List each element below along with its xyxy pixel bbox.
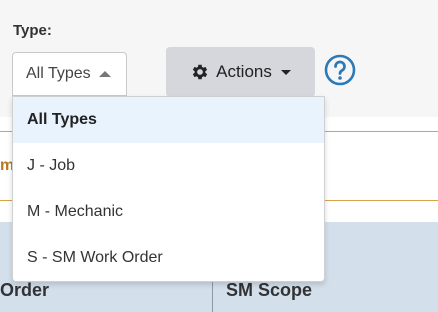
- chevron-down-icon: [280, 69, 291, 75]
- type-filter-label: Type:: [13, 22, 52, 39]
- dropdown-option-mechanic[interactable]: M - Mechanic: [13, 189, 324, 235]
- dropdown-option-job[interactable]: J - Job: [13, 143, 324, 189]
- dropdown-option-all-types[interactable]: All Types: [13, 97, 324, 143]
- column-header-order[interactable]: Order: [0, 280, 49, 301]
- actions-label: Actions: [216, 62, 272, 81]
- chevron-up-icon: [98, 71, 111, 77]
- type-dropdown-menu: All Types J - Job M - Mechanic S - SM Wo…: [12, 96, 325, 282]
- type-select[interactable]: All Types: [12, 52, 127, 96]
- dropdown-option-sm-work-order[interactable]: S - SM Work Order: [13, 235, 324, 281]
- gear-icon: [192, 64, 208, 80]
- column-header-sm-scope[interactable]: SM Scope: [226, 280, 312, 301]
- type-select-value: All Types: [26, 65, 91, 82]
- help-circle-icon[interactable]: [324, 54, 356, 86]
- actions-button[interactable]: Actions: [166, 47, 315, 97]
